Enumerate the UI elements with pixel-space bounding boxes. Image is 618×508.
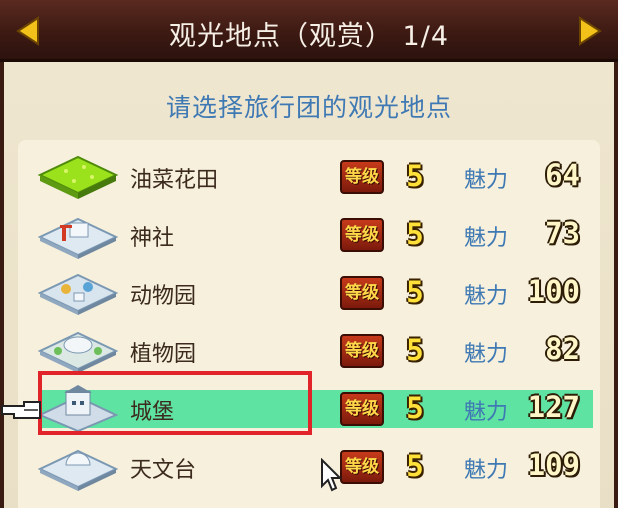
observatory-icon bbox=[37, 449, 119, 491]
charm-label: 魅力 bbox=[464, 342, 509, 367]
pointing-hand-icon bbox=[1, 401, 41, 419]
charm-label: 魅力 bbox=[464, 284, 509, 309]
charm-label: 魅力 bbox=[464, 458, 509, 483]
mouse-cursor-icon bbox=[321, 458, 343, 492]
charm-value: 73 bbox=[545, 216, 580, 250]
grade-value: 5 bbox=[406, 391, 424, 425]
charm-value: 127 bbox=[527, 390, 580, 424]
grade-value: 5 bbox=[406, 333, 424, 367]
spot-row-observatory[interactable]: 天文台 等级 5 魅力 109 bbox=[18, 438, 600, 496]
spot-name: 植物园 bbox=[130, 342, 197, 367]
grade-value: 5 bbox=[406, 449, 424, 483]
charm-label: 魅力 bbox=[464, 226, 509, 251]
zoo-icon bbox=[37, 273, 119, 315]
page-title: 观光地点（观赏） 1/4 bbox=[168, 21, 450, 52]
spot-row-rape-flower-field[interactable]: 油菜花田 等级 5 魅力 64 bbox=[18, 148, 600, 206]
grade-badge: 等级 bbox=[340, 218, 384, 252]
charm-value: 109 bbox=[527, 448, 580, 482]
charm-value: 82 bbox=[545, 332, 580, 366]
charm-value: 64 bbox=[545, 158, 580, 192]
botanical-garden-icon bbox=[37, 331, 119, 373]
grade-value: 5 bbox=[406, 275, 424, 309]
charm-label: 魅力 bbox=[464, 400, 509, 425]
spot-row-shrine[interactable]: 神社 等级 5 魅力 73 bbox=[18, 206, 600, 264]
grade-value: 5 bbox=[406, 217, 424, 251]
spot-row-zoo[interactable]: 动物园 等级 5 魅力 100 bbox=[18, 264, 600, 322]
charm-value: 100 bbox=[527, 274, 580, 308]
charm-label: 魅力 bbox=[464, 168, 509, 193]
spot-name: 油菜花田 bbox=[130, 168, 219, 193]
selection-box bbox=[38, 371, 312, 435]
grade-badge: 等级 bbox=[340, 334, 384, 368]
spot-name: 动物园 bbox=[130, 284, 197, 309]
grade-badge: 等级 bbox=[340, 276, 384, 310]
spot-name: 天文台 bbox=[130, 458, 197, 483]
grade-badge: 等级 bbox=[340, 160, 384, 194]
instruction-text: 请选择旅行团的观光地点 bbox=[165, 93, 452, 122]
grade-value: 5 bbox=[406, 159, 424, 193]
rape-flower-field-icon bbox=[37, 155, 119, 199]
title-bar: 观光地点（观赏） 1/4 bbox=[0, 0, 618, 62]
spot-name: 神社 bbox=[130, 226, 175, 251]
grade-badge: 等级 bbox=[340, 450, 384, 484]
shrine-icon bbox=[37, 217, 119, 259]
arrow-right-icon bbox=[579, 16, 602, 46]
grade-badge: 等级 bbox=[340, 392, 384, 426]
next-page-button[interactable] bbox=[572, 14, 606, 48]
